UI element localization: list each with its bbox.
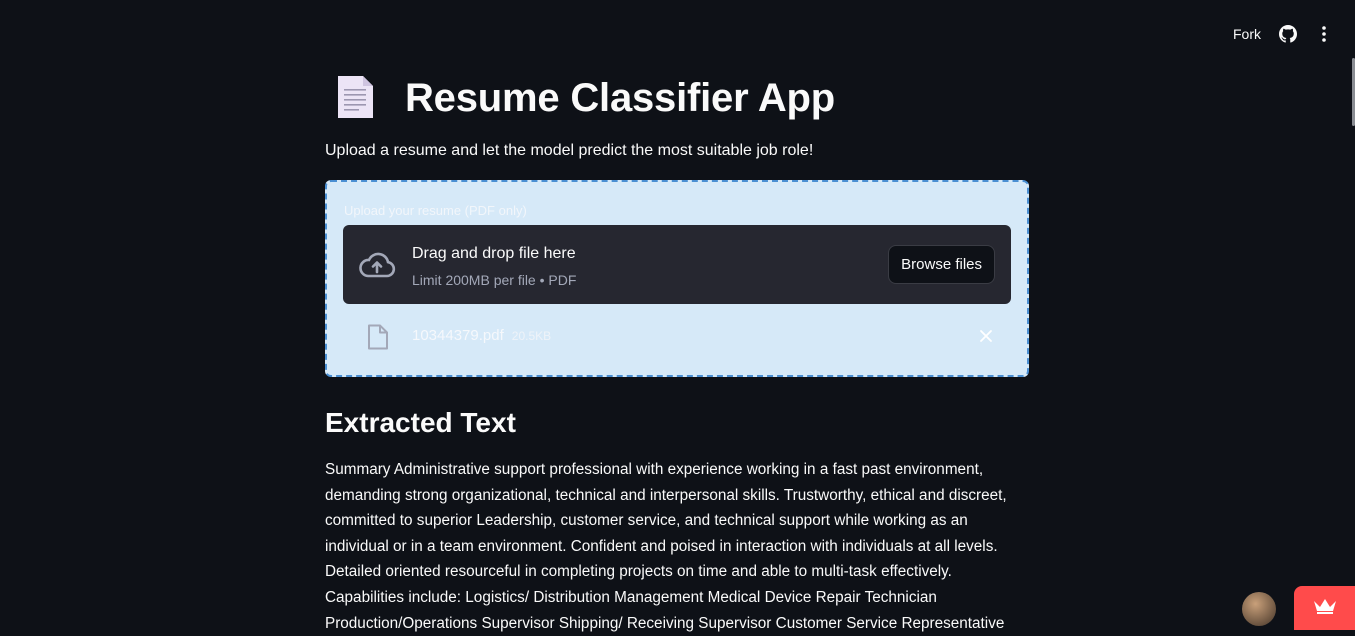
extracted-line: demanding strong organizational, technic…	[325, 486, 1007, 504]
title-row: Resume Classifier App	[325, 70, 1029, 126]
page-document-icon	[335, 74, 379, 122]
extracted-line: Production/Operations Supervisor Shippin…	[325, 614, 1005, 632]
browse-files-button[interactable]: Browse files	[888, 245, 995, 284]
extracted-line: Summary Administrative support professio…	[325, 461, 984, 478]
extracted-line: Capabilities include: Logistics/ Distrib…	[325, 588, 937, 606]
extracted-line: individual or in a team environment. Con…	[325, 537, 998, 555]
main-content: Resume Classifier App Upload a resume an…	[325, 70, 1029, 636]
dropzone[interactable]: Drag and drop file here Limit 200MB per …	[343, 225, 1011, 304]
streamlit-badge[interactable]	[1294, 586, 1355, 630]
close-icon[interactable]	[979, 329, 993, 343]
extracted-text-body: Summary Administrative support professio…	[325, 457, 1029, 636]
cloud-upload-icon	[358, 250, 396, 280]
kebab-menu-icon[interactable]	[1315, 25, 1333, 43]
file-name: 10344379.pdf	[412, 327, 504, 344]
file-icon	[367, 324, 389, 350]
github-icon[interactable]	[1279, 25, 1297, 43]
user-avatar[interactable]	[1242, 592, 1276, 626]
page-title: Resume Classifier App	[405, 75, 836, 120]
top-toolbar: Fork	[1233, 20, 1333, 48]
uploader-label: Upload your resume (PDF only)	[344, 203, 527, 218]
extracted-line: Detailed oriented resourceful in complet…	[325, 563, 952, 581]
fork-button[interactable]: Fork	[1233, 26, 1261, 42]
file-uploader: Upload your resume (PDF only) Drag and d…	[325, 180, 1029, 377]
crown-icon	[1312, 597, 1338, 620]
extracted-text-heading: Extracted Text	[325, 407, 516, 438]
uploaded-file: 10344379.pdf 20.5KB	[412, 327, 551, 344]
dropzone-instructions: Drag and drop file here	[412, 245, 576, 262]
file-size: 20.5KB	[511, 329, 552, 343]
dropzone-limit: Limit 200MB per file • PDF	[412, 272, 577, 288]
extracted-line: committed to superior Leadership, custom…	[325, 512, 968, 530]
uploaded-file-row: 10344379.pdf 20.5KB	[343, 322, 1011, 350]
page-subtitle: Upload a resume and let the model predic…	[325, 142, 814, 159]
